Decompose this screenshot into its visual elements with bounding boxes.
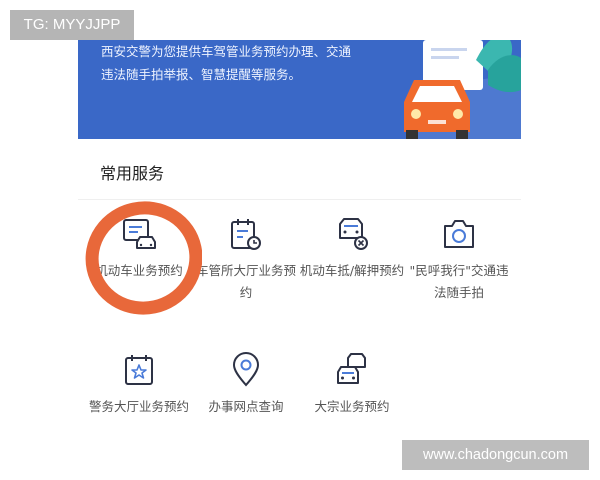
- service-label: 机动车抵/解押预约: [299, 263, 405, 278]
- service-office-locator[interactable]: 办事网点查询: [192, 352, 300, 418]
- tg-watermark: TG: MYYJJPP: [10, 10, 134, 40]
- car-cancel-icon: [339, 218, 368, 250]
- service-label: 警务大厅业务预约: [88, 399, 189, 414]
- service-label: 大宗业务预约: [314, 399, 390, 414]
- service-hall-appointment[interactable]: 车管所大厅业务预约: [192, 216, 300, 304]
- calendar-clock-icon: [231, 219, 261, 250]
- vehicle-card-icon: [123, 219, 156, 249]
- service-bulk-appointment[interactable]: 大宗业务预约: [298, 352, 406, 418]
- service-label: 机动车业务预约: [95, 263, 183, 278]
- service-label: 车管所大厅业务预约: [195, 263, 296, 300]
- car-illustration: [404, 40, 521, 139]
- service-police-hall-appointment[interactable]: 警务大厅业务预约: [85, 352, 193, 418]
- intro-banner: 西安交警为您提供车驾管业务预约办理、交通违法随手拍举报、智慧提醒等服务。: [78, 40, 521, 139]
- multiple-cars-icon: [337, 353, 366, 384]
- camera-icon: [444, 220, 474, 248]
- service-mortgage-appointment[interactable]: 机动车抵/解押预约: [298, 216, 406, 282]
- service-violation-report[interactable]: "民呼我行"交通违法随手拍: [405, 216, 513, 304]
- section-divider: [78, 199, 521, 200]
- service-label: "民呼我行"交通违法随手拍: [409, 263, 509, 300]
- service-label: 办事网点查询: [208, 399, 284, 414]
- service-vehicle-appointment[interactable]: 机动车业务预约: [85, 216, 193, 282]
- location-pin-icon: [232, 352, 260, 387]
- calendar-star-icon: [125, 355, 153, 385]
- section-title: 常用服务: [100, 164, 165, 183]
- site-watermark: www.chadongcun.com: [402, 440, 589, 470]
- banner-description: 西安交警为您提供车驾管业务预约办理、交通违法随手拍举报、智慧提醒等服务。: [101, 44, 352, 82]
- phone-screen: 西安交警为您提供车驾管业务预约办理、交通违法随手拍举报、智慧提醒等服务。 常用服…: [78, 0, 521, 480]
